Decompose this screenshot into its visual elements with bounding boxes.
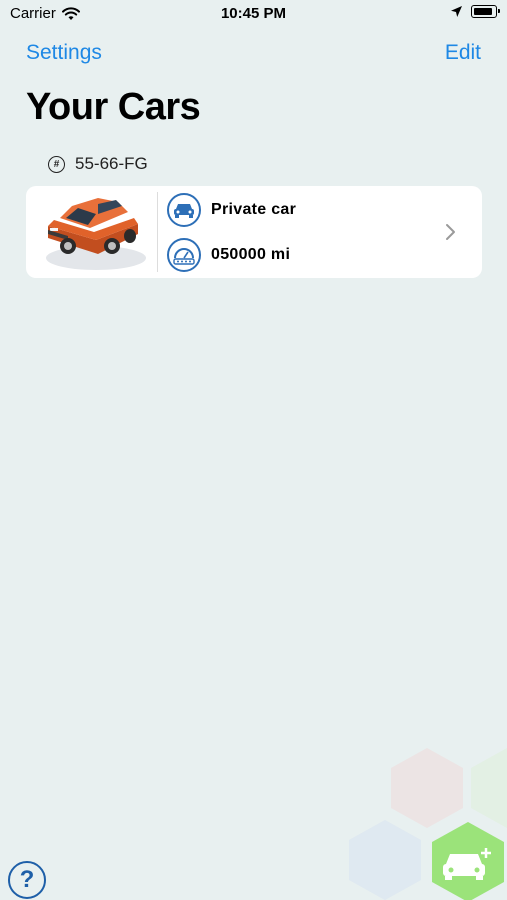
car-card[interactable]: Private car 050000 mi [26,186,482,278]
status-time: 10:45 PM [220,5,287,22]
car-front-icon [167,193,201,227]
settings-button[interactable]: Settings [26,41,102,65]
license-plate: # 55-66-FG [48,154,148,174]
status-right [450,5,500,18]
chevron-right-icon [446,224,455,240]
location-arrow-icon [451,6,462,17]
edit-button[interactable]: Edit [445,41,481,65]
car-image [46,198,146,270]
odometer-icon [167,238,201,272]
car-type-row: Private car [167,193,296,227]
hexagon-decoration [349,748,507,900]
car-type-label: Private car [211,201,297,218]
mileage-value: 050000 mi [211,246,291,263]
card-divider [157,192,158,272]
battery-icon [471,5,500,18]
page-title: Your Cars [26,86,201,128]
help-button[interactable]: ? [8,861,46,899]
status-bar: Carrier 10:45 PM [0,0,507,28]
add-car-button[interactable] [430,820,506,900]
hash-icon: # [48,155,65,173]
license-plate-value: 55-66-FG [75,154,148,173]
mileage-row: 050000 mi [167,238,290,272]
